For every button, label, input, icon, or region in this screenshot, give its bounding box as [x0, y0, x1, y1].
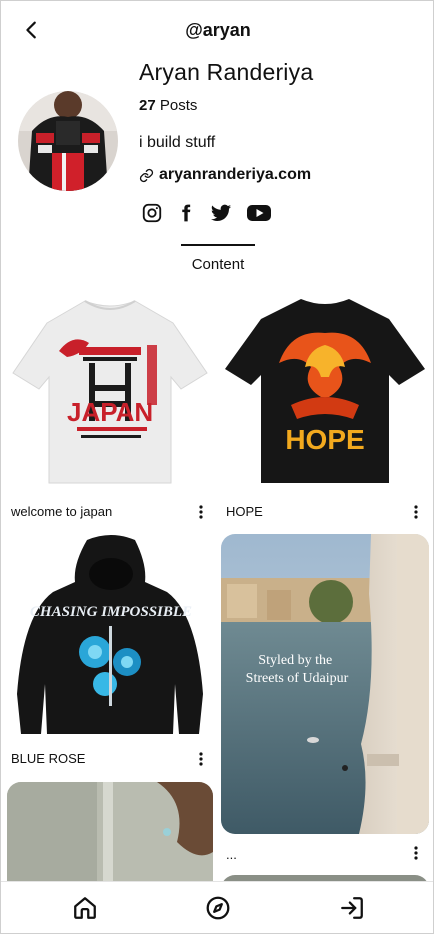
more-vertical-icon — [199, 505, 203, 519]
profile-name: Aryan Randeriya — [139, 59, 314, 85]
explore-icon — [206, 896, 230, 920]
udaipur-overlay-line2: Streets of Udaipur — [246, 671, 349, 686]
app-screen: @aryan Aryan Randeriya 27 Posts i build … — [0, 0, 434, 934]
more-options-button[interactable] — [409, 503, 423, 521]
avatar[interactable] — [18, 91, 118, 191]
top-bar: @aryan — [1, 1, 433, 59]
more-options-button[interactable] — [194, 503, 208, 521]
tab-content[interactable]: Content — [181, 244, 255, 273]
post-image-hope-tee[interactable]: HOPE — [221, 293, 429, 489]
bottom-navigation — [1, 881, 433, 933]
link-icon — [139, 168, 154, 182]
post-image-blue-rose-hoodie[interactable]: CHASING IMPOSSIBLE — [7, 534, 213, 740]
youtube-icon[interactable] — [246, 202, 272, 224]
website-label: aryanranderiya.com — [159, 166, 312, 183]
profile-bio: i build stuff — [139, 134, 216, 151]
nav-explore-button[interactable] — [203, 893, 233, 923]
facebook-icon[interactable] — [176, 202, 196, 224]
japan-print-text: JAPAN — [67, 397, 153, 427]
more-vertical-icon — [199, 752, 203, 766]
post-image-japan-tee[interactable]: JAPAN — [7, 293, 213, 489]
nav-home-button[interactable] — [70, 893, 100, 923]
posts-count-label: Posts — [159, 97, 198, 114]
website-link[interactable]: aryanranderiya.com — [139, 166, 311, 184]
login-icon — [341, 897, 363, 919]
post-caption: HOPE — [226, 504, 263, 519]
post-caption: ... — [226, 847, 237, 862]
hoodie-print-text: CHASING IMPOSSIBLE — [30, 604, 192, 620]
twitter-icon[interactable] — [209, 202, 233, 224]
more-options-button[interactable] — [409, 844, 423, 862]
more-vertical-icon — [414, 846, 418, 860]
profile-handle: @aryan — [185, 20, 251, 40]
instagram-icon[interactable] — [141, 202, 163, 224]
hope-print-text: HOPE — [285, 424, 364, 455]
posts-count-value: 27 — [139, 97, 156, 114]
post-image-partial[interactable] — [7, 782, 213, 892]
social-links — [141, 202, 272, 224]
more-options-button[interactable] — [194, 750, 208, 768]
posts-count: 27 Posts — [139, 97, 197, 114]
post-caption: BLUE ROSE — [11, 751, 86, 766]
udaipur-overlay-line1: Styled by the — [258, 653, 332, 668]
nav-login-button[interactable] — [337, 893, 367, 923]
post-caption: welcome to japan — [11, 504, 113, 519]
post-image-udaipur[interactable]: Styled by the Streets of Udaipur — [221, 534, 429, 834]
more-vertical-icon — [414, 505, 418, 519]
home-icon — [74, 897, 96, 919]
